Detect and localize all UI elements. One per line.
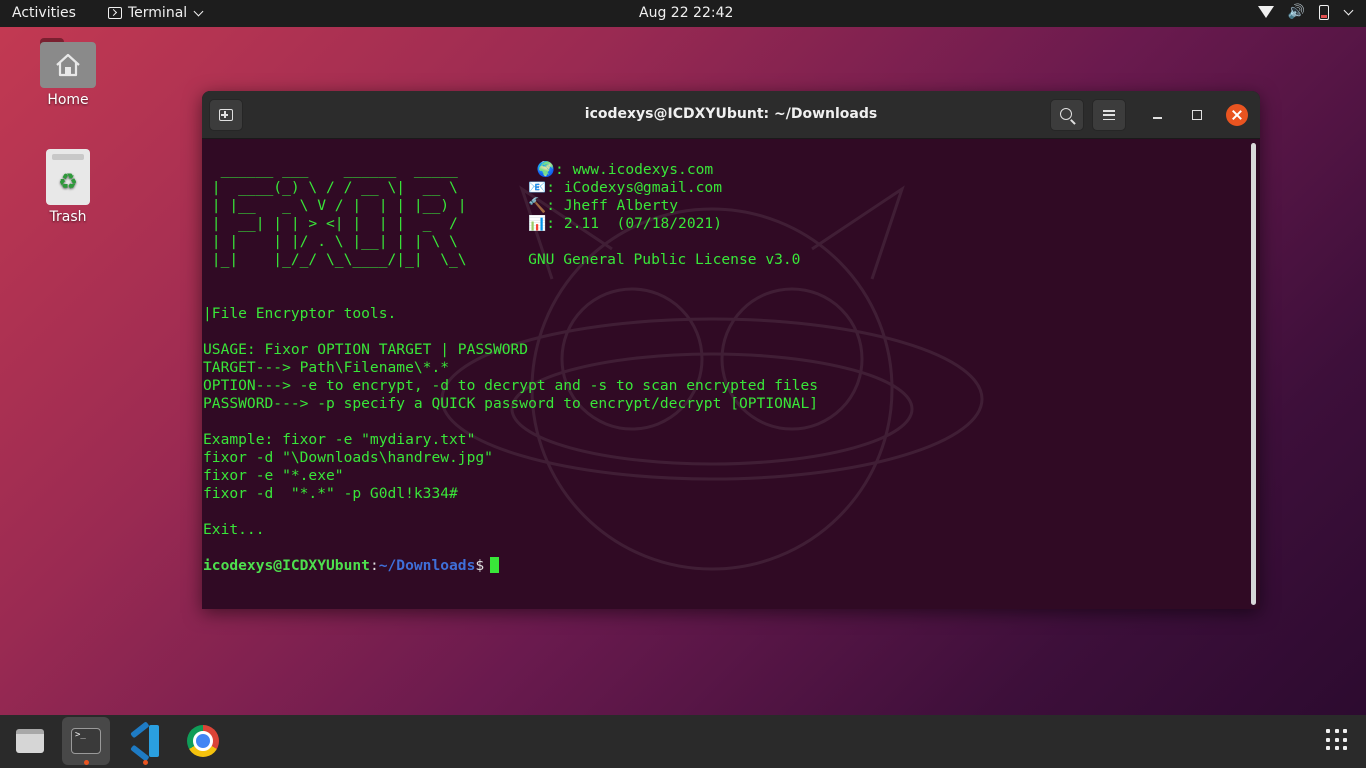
minimize-icon bbox=[1152, 117, 1162, 119]
terminal-lines: ______ ___ ______ _____ 🌍: www.icodexys.… bbox=[203, 161, 818, 538]
terminal-content[interactable]: ______ ___ ______ _____ 🌍: www.icodexys.… bbox=[202, 139, 1260, 609]
terminal-line: |File Encryptor tools. bbox=[203, 305, 397, 322]
terminal-line: OPTION---> -e to encrypt, -d to decrypt … bbox=[203, 377, 819, 394]
volume-icon: 🔊 bbox=[1287, 4, 1305, 20]
vscode-icon bbox=[129, 721, 161, 762]
desktop-trash-label: Trash bbox=[49, 209, 87, 225]
dock-files[interactable] bbox=[6, 717, 54, 765]
battery-icon bbox=[1319, 4, 1329, 20]
close-icon bbox=[1226, 104, 1248, 126]
text-cursor bbox=[490, 557, 500, 573]
terminal-line: | |__ _ \ V / | | | |__) | 🔨: Jheff Albe… bbox=[211, 197, 679, 214]
terminal-line: TARGET---> Path\Filename\*.* bbox=[203, 359, 450, 376]
terminal-window: icodexys@ICDXYUbunt: ~/Downloads ______ … bbox=[202, 91, 1260, 609]
terminal-line: PASSWORD---> -p specify a QUICK password… bbox=[203, 395, 819, 412]
maximize-icon bbox=[1192, 110, 1202, 120]
home-folder-icon bbox=[40, 38, 96, 88]
search-button[interactable] bbox=[1050, 99, 1084, 131]
terminal-line: USAGE: Fixor OPTION TARGET | PASSWORD bbox=[203, 341, 529, 358]
terminal-output: ______ ___ ______ _____ 🌍: www.icodexys.… bbox=[203, 161, 818, 575]
chrome-icon bbox=[187, 725, 219, 757]
running-indicator bbox=[143, 760, 148, 765]
dock-terminal[interactable]: >_ bbox=[62, 717, 110, 765]
hamburger-menu-icon bbox=[1103, 110, 1115, 120]
files-icon bbox=[16, 729, 44, 753]
trash-icon: ♻ bbox=[46, 149, 90, 205]
chevron-down-icon bbox=[1343, 5, 1354, 16]
terminal-icon: >_ bbox=[71, 728, 101, 754]
app-menu-label: Terminal bbox=[128, 5, 188, 21]
terminal-line: |_| |_/_/ \_\____/|_| \_\ GNU General Pu… bbox=[211, 251, 801, 268]
desktop-home[interactable]: Home bbox=[28, 38, 108, 108]
maximize-button[interactable] bbox=[1186, 104, 1208, 126]
activities-button[interactable]: Activities bbox=[12, 5, 76, 21]
app-grid-icon[interactable] bbox=[1326, 729, 1348, 751]
system-status-menu[interactable]: 🔊 bbox=[1257, 4, 1354, 20]
top-bar: Activities Terminal Aug 22 22:42 🔊 bbox=[0, 0, 1366, 27]
dock-chrome[interactable] bbox=[179, 717, 227, 765]
prompt-separator: : bbox=[369, 557, 379, 574]
terminal-line: | __| | | > <| | | | _ / 📊: 2.11 (07/18/… bbox=[211, 215, 722, 232]
terminal-line: Exit... bbox=[203, 521, 265, 538]
desktop-trash[interactable]: ♻ Trash bbox=[28, 149, 108, 225]
terminal-line: | ____(_) \ / / __ \| __ \ 📧: iCodexys@g… bbox=[211, 179, 722, 196]
terminal-icon bbox=[108, 7, 122, 19]
dock-vscode[interactable] bbox=[121, 717, 169, 765]
search-icon bbox=[1059, 107, 1072, 120]
prompt-path: ~/Downloads bbox=[378, 557, 476, 574]
dock: >_ bbox=[0, 715, 1366, 768]
terminal-line: | | | |/ . \ |__| | | \ \ bbox=[211, 233, 458, 250]
close-button[interactable] bbox=[1226, 104, 1248, 126]
prompt-user: icodexys@ICDXYUbunt bbox=[203, 557, 370, 574]
chevron-down-icon bbox=[193, 6, 204, 17]
wifi-icon bbox=[1257, 6, 1274, 18]
terminal-line: fixor -e "*.exe" bbox=[203, 467, 344, 484]
running-indicator bbox=[84, 760, 89, 765]
terminal-line: Example: fixor -e "mydiary.txt" bbox=[203, 431, 476, 448]
window-titlebar[interactable]: icodexys@ICDXYUbunt: ~/Downloads bbox=[202, 91, 1260, 139]
desktop-home-label: Home bbox=[47, 92, 89, 108]
terminal-line: fixor -d "\Downloads\handrew.jpg" bbox=[203, 449, 493, 466]
prompt-dollar: $ bbox=[475, 557, 485, 574]
minimize-button[interactable] bbox=[1146, 104, 1168, 126]
scrollbar[interactable] bbox=[1251, 143, 1256, 605]
terminal-line: ______ ___ ______ _____ 🌍: www.icodexys.… bbox=[220, 161, 714, 178]
app-menu[interactable]: Terminal bbox=[108, 5, 204, 21]
menu-button[interactable] bbox=[1092, 99, 1126, 131]
terminal-line: fixor -d "*.*" -p G0dl!k334# bbox=[203, 485, 458, 502]
clock[interactable]: Aug 22 22:42 bbox=[639, 5, 733, 21]
